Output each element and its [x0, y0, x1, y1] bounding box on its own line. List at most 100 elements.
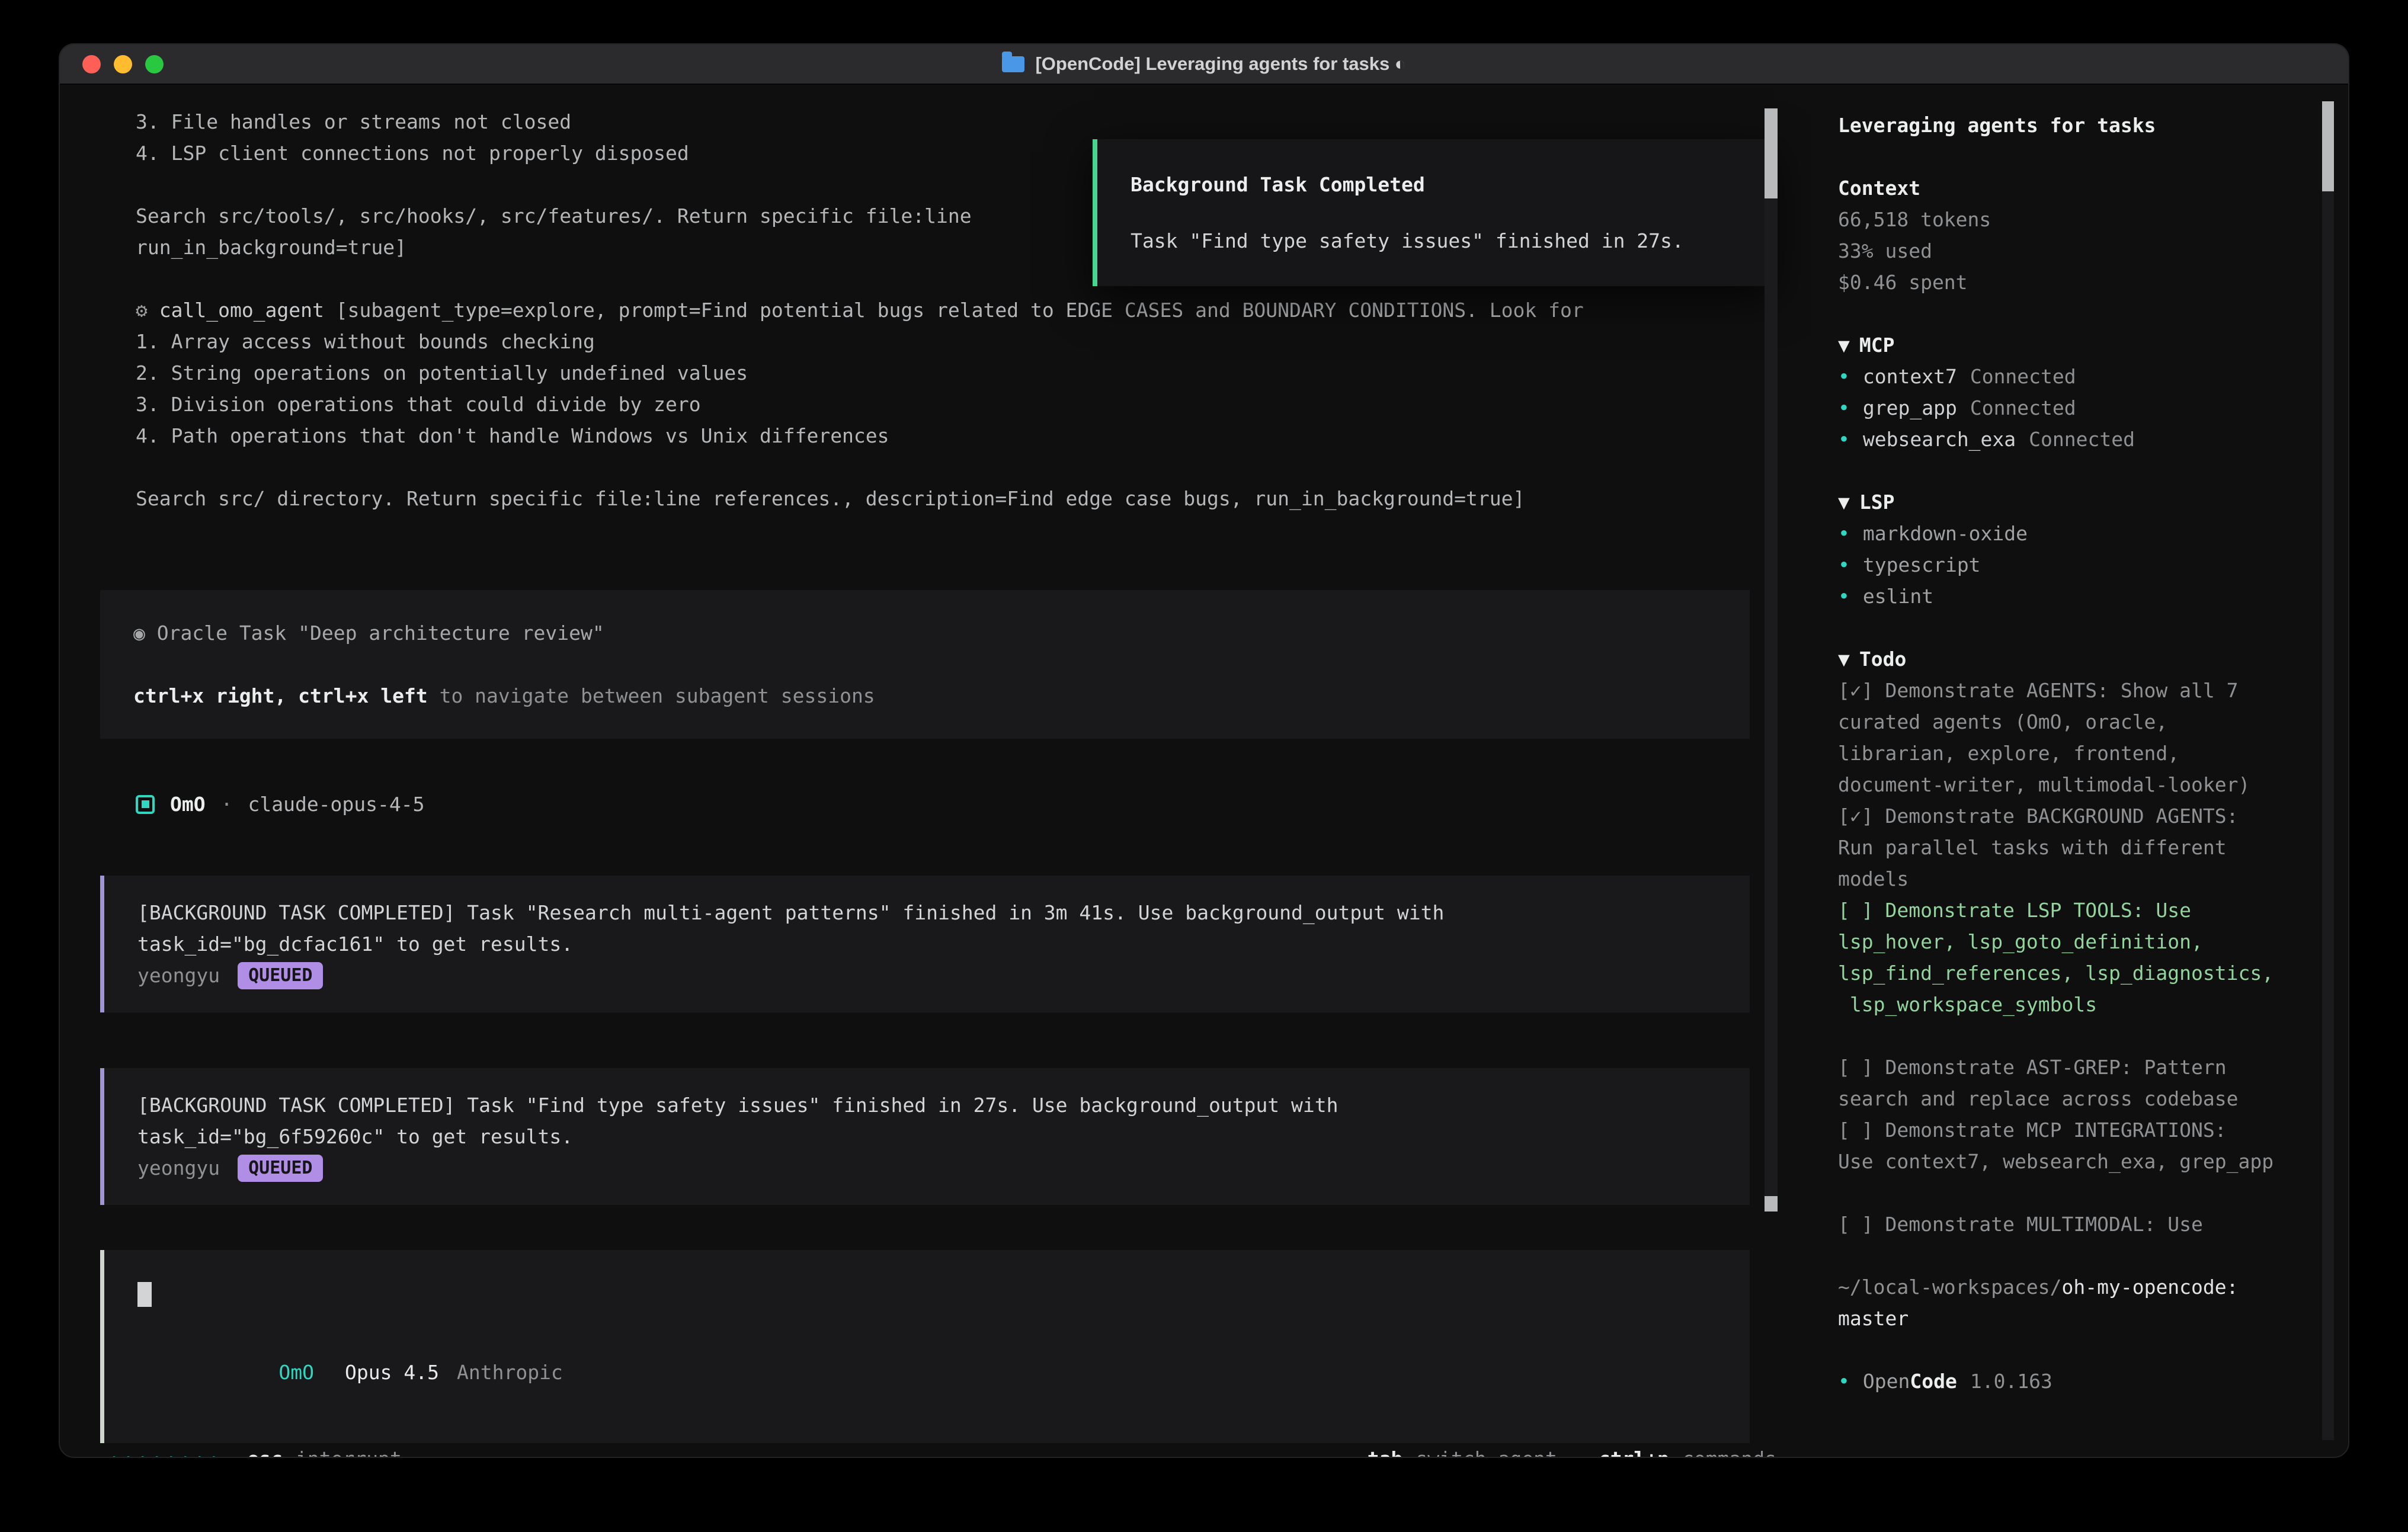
- close-button[interactable]: [82, 55, 101, 73]
- bullet-icon: •: [1838, 424, 1850, 455]
- terminal-line: 3. Division operations that could divide…: [136, 389, 1811, 420]
- todo-heading: Todo: [1859, 648, 1906, 671]
- notification-toast[interactable]: Background Task Completed Task "Find typ…: [1093, 139, 1774, 286]
- mcp-item: • context7 Connected: [1838, 361, 2277, 392]
- lsp-section-toggle[interactable]: ▼ LSP: [1838, 486, 2277, 518]
- spacer: [1131, 200, 1750, 225]
- message-line: [BACKGROUND TASK COMPLETED] Task "Resear…: [137, 897, 1717, 928]
- workspace-prefix: ~/local-workspaces/: [1838, 1275, 2062, 1299]
- traffic-lights: [82, 55, 164, 73]
- ctrlp-key-hint: ctrl+p: [1599, 1443, 1669, 1458]
- mcp-heading: MCP: [1859, 334, 1895, 357]
- mcp-status: Connected: [1970, 361, 2076, 392]
- window-title: [OpenCode] Leveraging agents for tasks ◐: [1002, 53, 1405, 75]
- status-bar: •••••••• esc interrupt tab switch agent …: [60, 1443, 1811, 1458]
- mcp-section-toggle[interactable]: ▼ MCP: [1838, 329, 2277, 361]
- toast-title: Background Task Completed: [1131, 169, 1750, 200]
- scrollbar-thumb[interactable]: [1765, 108, 1778, 198]
- queued-badge: QUEUED: [238, 1155, 323, 1182]
- esc-key-hint: esc: [247, 1443, 283, 1458]
- mcp-name: grep_app: [1863, 392, 1957, 424]
- chevron-down-icon: ▼: [1838, 334, 1850, 357]
- todo-item: [ ] Demonstrate MULTIMODAL: Use: [1838, 1209, 2277, 1240]
- terminal-line: 4. Path operations that don't handle Win…: [136, 420, 1811, 451]
- toast-body: Task "Find type safety issues" finished …: [1131, 225, 1750, 257]
- message-line: task_id="bg_dcfac161" to get results.: [137, 928, 1717, 960]
- model-selector[interactable]: OmO Opus 4.5 Anthropic: [137, 1325, 1717, 1419]
- terminal-line: 1. Array access without bounds checking: [136, 326, 1811, 357]
- message-author: yeongyu: [137, 1152, 220, 1184]
- window-title-text: [OpenCode] Leveraging agents for tasks ◐: [1035, 53, 1405, 75]
- tool-name: call_omo_agent: [148, 299, 324, 322]
- ctrlp-key-label: commands: [1682, 1443, 1776, 1458]
- mcp-name: context7: [1863, 361, 1957, 392]
- spinner-dots-icon: ••••••••: [110, 1443, 223, 1458]
- message-line: [BACKGROUND TASK COMPLETED] Task "Find t…: [137, 1089, 1717, 1121]
- terminal-line: 2. String operations on potentially unde…: [136, 357, 1811, 389]
- gear-icon: ⚙: [136, 299, 148, 322]
- mcp-status: Connected: [2029, 424, 2135, 455]
- brand-open: Open: [1863, 1366, 1910, 1397]
- context-heading: Context: [1838, 172, 2277, 204]
- mcp-item: • websearch_exa Connected: [1838, 424, 2277, 455]
- todo-item-active: [ ] Demonstrate LSP TOOLS: Use lsp_hover…: [1838, 895, 2277, 1020]
- context-tokens: 66,518 tokens: [1838, 204, 2277, 235]
- input-provider-name: Anthropic: [457, 1361, 563, 1384]
- bullet-icon: •: [1838, 361, 1850, 392]
- spacer: [137, 1309, 1717, 1325]
- bullet-icon: •: [1838, 392, 1850, 424]
- lsp-name: markdown-oxide: [1863, 518, 2028, 549]
- sidebar: Leveraging agents for tasks Context 66,5…: [1811, 85, 2348, 1457]
- tab-key-label: switch agent: [1416, 1443, 1557, 1458]
- zoom-button[interactable]: [145, 55, 164, 73]
- agent-model: claude-opus-4-5: [248, 789, 424, 820]
- context-spent: $0.46 spent: [1838, 267, 2277, 298]
- oracle-task-label: Oracle Task "Deep architecture review": [145, 621, 604, 645]
- terminal-line: Search src/ directory. Return specific f…: [136, 483, 1811, 514]
- todo-item: [ ] Demonstrate MCP INTEGRATIONS: Use co…: [1838, 1114, 2277, 1177]
- message-author: yeongyu: [137, 960, 220, 991]
- scrollbar-thumb[interactable]: [2322, 101, 2334, 191]
- workspace-branch: master: [1838, 1303, 2277, 1334]
- terminal-pane[interactable]: 3. File handles or streams not closed 4.…: [60, 85, 1811, 1457]
- background-task-message: [BACKGROUND TASK COMPLETED] Task "Find t…: [100, 1068, 1750, 1205]
- minimize-button[interactable]: [114, 55, 132, 73]
- queued-badge: QUEUED: [238, 962, 323, 989]
- window-content: 3. File handles or streams not closed 4.…: [60, 85, 2348, 1457]
- folder-icon: [1002, 56, 1024, 72]
- workspace-path: ~/local-workspaces/oh-my-opencode:: [1838, 1271, 2277, 1303]
- context-used: 33% used: [1838, 235, 2277, 267]
- prompt-input[interactable]: OmO Opus 4.5 Anthropic: [100, 1250, 1750, 1443]
- mcp-name: websearch_exa: [1863, 424, 2016, 455]
- keybinding-hint: to navigate between subagent sessions: [428, 684, 875, 707]
- titlebar[interactable]: [OpenCode] Leveraging agents for tasks ◐: [60, 44, 2348, 85]
- todo-item: [✓] Demonstrate AGENTS: Show all 7 curat…: [1838, 675, 2277, 800]
- scrollbar-thumb[interactable]: [1765, 1196, 1778, 1212]
- chevron-down-icon: ▼: [1838, 491, 1850, 514]
- oracle-task-title: ◉ Oracle Task "Deep architecture review": [133, 617, 1717, 649]
- agent-icon: [136, 795, 155, 814]
- workspace-repo: oh-my-opencode:: [2062, 1275, 2239, 1299]
- sidebar-scrollbar[interactable]: [2322, 101, 2334, 1440]
- input-model-name: Opus 4.5: [345, 1361, 439, 1384]
- agent-name: OmO: [170, 789, 206, 820]
- chevron-down-icon: ▼: [1838, 648, 1850, 671]
- bullet-icon: •: [1838, 549, 1850, 581]
- esc-key-label: interrupt: [296, 1443, 402, 1458]
- status-right: tab switch agent ctrl+p commands: [1368, 1443, 1776, 1458]
- input-line[interactable]: [137, 1277, 1717, 1309]
- session-title: Leveraging agents for tasks: [1838, 110, 2277, 141]
- mcp-status: Connected: [1970, 392, 2076, 424]
- main-scrollbar[interactable]: [1765, 108, 1778, 1212]
- version-number: 1.0.163: [1970, 1366, 2052, 1397]
- tool-args: [subagent_type=explore, prompt=Find pote…: [324, 299, 1584, 322]
- lsp-item: •markdown-oxide: [1838, 518, 2277, 549]
- oracle-task-panel: ◉ Oracle Task "Deep architecture review"…: [100, 590, 1750, 739]
- lsp-name: typescript: [1863, 549, 1981, 581]
- todo-section-toggle[interactable]: ▼ Todo: [1838, 643, 2277, 675]
- lsp-heading: LSP: [1859, 491, 1895, 514]
- input-agent-name: OmO: [278, 1361, 314, 1384]
- desktop-background: [OpenCode] Leveraging agents for tasks ◐…: [0, 0, 2408, 1532]
- keybinding-text: ctrl+x right, ctrl+x left: [133, 684, 428, 707]
- agent-header: OmO · claude-opus-4-5: [60, 789, 1811, 820]
